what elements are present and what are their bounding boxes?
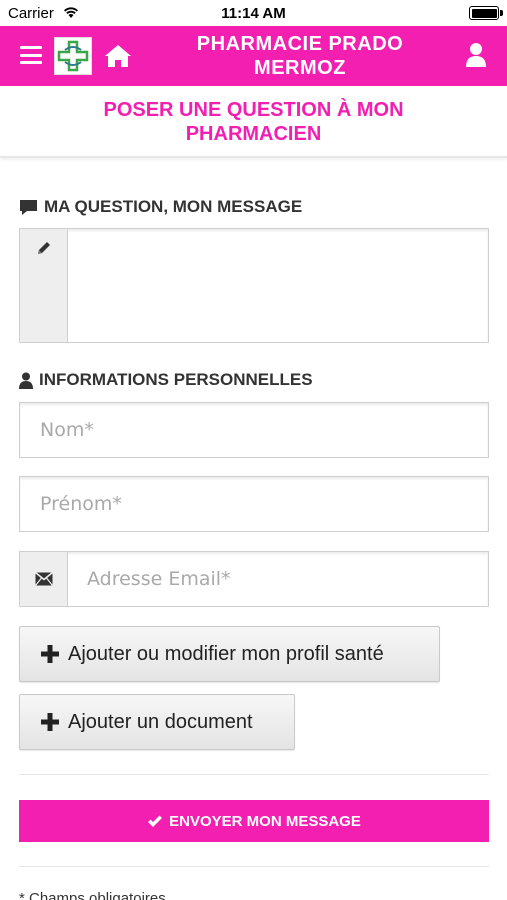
plus-icon (41, 645, 59, 663)
pharmacy-logo-icon[interactable] (54, 37, 92, 75)
send-message-label: ENVOYER MON MESSAGE (169, 812, 361, 830)
nom-input[interactable] (20, 403, 488, 457)
personal-section-label: INFORMATIONS PERSONNELLES (19, 370, 313, 390)
menu-icon[interactable] (20, 46, 42, 64)
required-fields-note: * Champs obligatoires (19, 890, 166, 900)
home-icon[interactable] (104, 43, 132, 69)
app-title: PHARMACIE PRADO MERMOZ (196, 33, 404, 79)
message-section-label: MA QUESTION, MON MESSAGE (19, 197, 302, 217)
message-box (19, 228, 489, 343)
add-document-button[interactable]: Ajouter un document (19, 694, 295, 750)
page-title: POSER UNE QUESTION À MON PHARMACIEN (103, 99, 404, 145)
email-field (19, 551, 489, 607)
divider (19, 774, 489, 775)
battery-icon (469, 6, 503, 20)
personal-section-title: INFORMATIONS PERSONNELLES (39, 370, 313, 389)
nom-field (19, 402, 489, 458)
user-icon[interactable] (465, 42, 487, 68)
status-bar: Carrier 11:14 AM (0, 0, 507, 26)
message-section-title: MA QUESTION, MON MESSAGE (44, 197, 303, 216)
email-addon (20, 552, 68, 606)
envelope-icon (35, 572, 53, 586)
message-addon (20, 229, 68, 342)
pencil-icon (38, 242, 50, 254)
plus-icon (41, 713, 59, 731)
clock: 11:14 AM (221, 5, 286, 22)
send-message-button[interactable]: ENVOYER MON MESSAGE (19, 800, 489, 842)
add-health-profile-button[interactable]: Ajouter ou modifier mon profil santé (19, 626, 440, 682)
check-icon (148, 815, 163, 827)
email-input[interactable] (69, 552, 488, 606)
add-health-profile-label: Ajouter ou modifier mon profil santé (68, 642, 384, 665)
message-textarea[interactable] (69, 229, 488, 342)
prenom-field (19, 476, 489, 532)
prenom-input[interactable] (20, 477, 488, 531)
comment-icon (20, 199, 37, 215)
divider (19, 866, 489, 867)
app-header: PHARMACIE PRADO MERMOZ (0, 26, 507, 86)
add-document-label: Ajouter un document (68, 710, 253, 733)
page-title-bar: POSER UNE QUESTION À MON PHARMACIEN (0, 86, 507, 158)
person-icon (19, 372, 33, 389)
